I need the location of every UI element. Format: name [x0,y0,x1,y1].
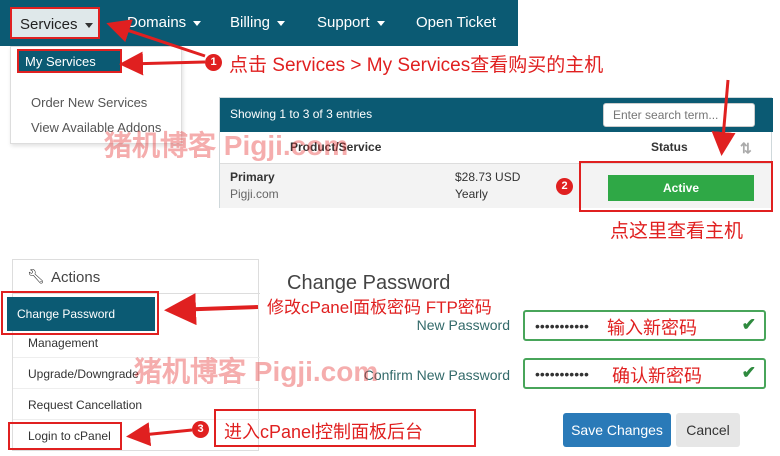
annotation-step1: 点击 Services > My Services查看购买的主机 [229,55,604,76]
annotation-arrow [164,293,259,326]
annotation-arrow [711,79,736,156]
step-number-badge: 2 [556,178,573,195]
annotation-arrow [119,51,206,76]
annotation-step3-box: 进入cPanel控制面板后台 [214,409,476,447]
annotation-step2: 点这里查看主机 [610,221,744,242]
annotation-arrow [106,19,206,58]
annotation-input-new: 输入新密码 [607,318,697,338]
step-number-badge: 3 [192,421,209,438]
annotation-step2-box: 点这里查看主机 [595,213,771,245]
step-number-badge: 1 [205,54,222,71]
annotation-step3: 进入cPanel控制面板后台 [224,422,424,442]
annotation-arrow [126,422,193,447]
annotation-confirm-new: 确认新密码 [612,366,702,386]
annotation-modify-password: 修改cPanel面板密码 FTP密码 [267,298,492,317]
